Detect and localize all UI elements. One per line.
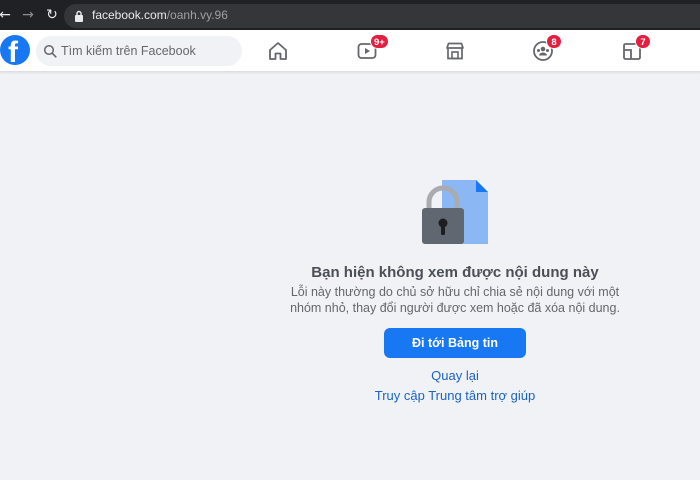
search-box[interactable] — [36, 36, 242, 66]
help-center-link[interactable]: Truy cập Trung tâm trợ giúp — [255, 388, 655, 403]
browser-toolbar: ← → ↻ facebook.com/oanh.vy.96 — [0, 0, 700, 30]
locked-content-icon — [422, 180, 488, 244]
search-icon — [43, 44, 57, 58]
error-description-line1: Lỗi này thường do chủ sở hữu chỉ chia sẻ… — [290, 285, 620, 299]
url-text: facebook.com/oanh.vy.96 — [92, 8, 228, 22]
error-title: Bạn hiện không xem được nội dung này — [311, 264, 599, 281]
marketplace-icon — [446, 42, 464, 60]
lock-icon — [75, 10, 83, 22]
back-arrow-icon[interactable]: ← — [0, 7, 13, 23]
nav-gaming[interactable]: 7 — [621, 34, 651, 62]
home-icon — [269, 42, 287, 60]
search-input[interactable] — [61, 36, 237, 66]
go-to-news-feed-button[interactable]: Đi tới Bảng tin — [384, 328, 526, 358]
groups-badge: 8 — [546, 34, 562, 49]
go-back-link[interactable]: Quay lại — [255, 368, 655, 383]
facebook-logo[interactable]: f — [0, 35, 30, 65]
nav-home[interactable] — [267, 40, 289, 62]
watch-badge: 9+ — [370, 34, 389, 49]
forward-arrow-icon[interactable]: → — [20, 7, 36, 23]
facebook-header: f 9+ — [0, 30, 700, 72]
logo-letter: f — [8, 36, 18, 65]
nav-marketplace[interactable] — [444, 40, 466, 62]
error-description-line2: nhóm nhỏ, thay đổi người được xem hoặc đ… — [290, 301, 620, 315]
nav-groups[interactable]: 8 — [532, 34, 562, 62]
gaming-badge: 7 — [635, 34, 651, 49]
address-bar[interactable]: facebook.com/oanh.vy.96 — [64, 4, 700, 28]
main-content: Bạn hiện không xem được nội dung này Lỗi… — [0, 72, 700, 480]
nav-watch[interactable]: 9+ — [356, 34, 389, 62]
error-description: Lỗi này thường do chủ sở hữu chỉ chia sẻ… — [255, 284, 655, 316]
reload-icon[interactable]: ↻ — [44, 7, 60, 23]
url-path: /oanh.vy.96 — [166, 8, 228, 22]
url-host: facebook.com — [92, 8, 167, 22]
